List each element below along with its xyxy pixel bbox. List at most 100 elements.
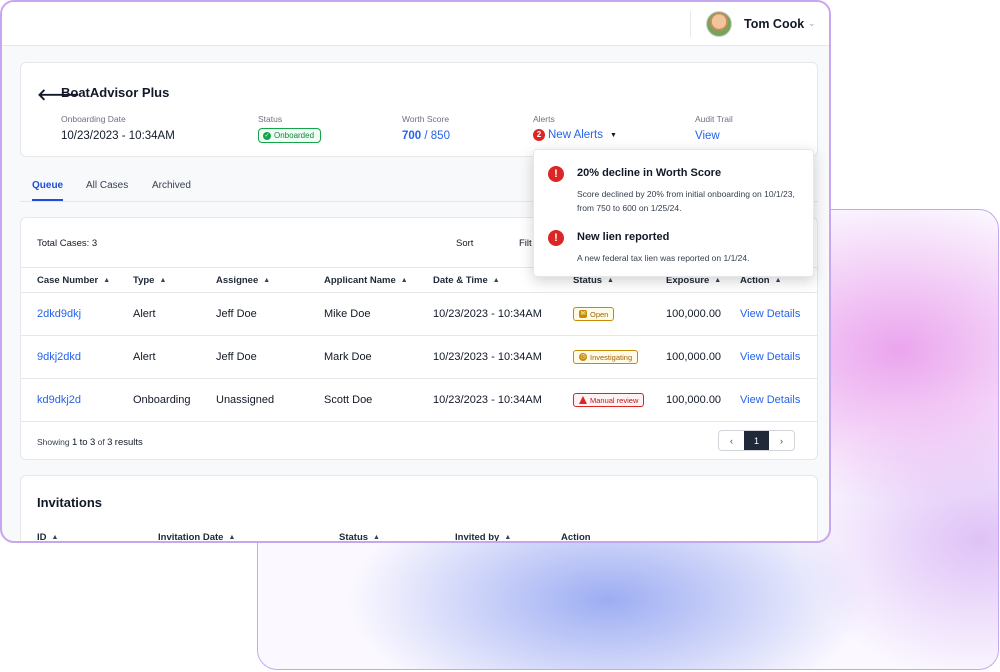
topbar-divider bbox=[690, 11, 691, 37]
inv-col-status-label: Status bbox=[339, 532, 369, 543]
tab-all-cases[interactable]: All Cases bbox=[86, 180, 128, 191]
inv-col-invitation-date[interactable]: Invitation Date ▲ bbox=[158, 532, 235, 543]
status-badge-label: Manual review bbox=[590, 395, 639, 405]
tab-archived[interactable]: Archived bbox=[152, 180, 191, 191]
inv-col-action-label: Action bbox=[561, 532, 591, 543]
case-applicant: Mike Doe bbox=[324, 308, 371, 320]
sort-arrow-icon[interactable]: ▲ bbox=[159, 277, 166, 284]
active-tab-underline bbox=[32, 199, 63, 201]
clock-icon: ◷ bbox=[579, 353, 587, 361]
inv-col-id[interactable]: ID ▲ bbox=[37, 532, 59, 543]
col-case-number-label: Case Number bbox=[37, 275, 99, 286]
case-number-link[interactable]: kd9dkj2d bbox=[37, 394, 81, 406]
inv-col-id-label: ID bbox=[37, 532, 47, 543]
pagination-next-button[interactable]: › bbox=[769, 431, 794, 450]
onboarding-date-value: 10/23/2023 - 10:34AM bbox=[61, 130, 175, 142]
case-number-link[interactable]: 9dkj2dkd bbox=[37, 351, 81, 363]
worth-score-label: Worth Score bbox=[402, 114, 450, 124]
alert-title: New lien reported bbox=[577, 231, 670, 243]
onboarded-badge: ✓ Onboarded bbox=[258, 128, 322, 143]
worth-score-value: 700 / 850 bbox=[402, 130, 450, 142]
sort-arrow-icon[interactable]: ▲ bbox=[103, 277, 110, 284]
sort-arrow-icon[interactable]: ▲ bbox=[504, 534, 511, 541]
view-details-link[interactable]: View Details bbox=[740, 308, 800, 320]
results-to: 3 bbox=[89, 437, 96, 448]
inv-col-invitation-date-label: Invitation Date bbox=[158, 532, 224, 543]
results-prefix: Showing bbox=[37, 437, 70, 447]
sort-button[interactable]: Sort bbox=[456, 238, 473, 249]
inv-col-status[interactable]: Status ▲ bbox=[339, 532, 380, 543]
case-datetime: 10/23/2023 - 10:34AM bbox=[433, 351, 542, 363]
chevron-down-icon[interactable]: ⌄ bbox=[808, 18, 816, 29]
case-datetime: 10/23/2023 - 10:34AM bbox=[433, 308, 542, 320]
col-type[interactable]: Type ▲ bbox=[133, 275, 166, 286]
invitations-card: Invitations ID ▲ Invitation Date ▲ Status ▲… bbox=[20, 475, 818, 543]
table-row[interactable]: 2dkd9dkj Alert Jeff Doe Mike Doe 10/23/2… bbox=[21, 293, 817, 336]
exclamation-circle-icon: ! bbox=[548, 166, 564, 182]
audit-trail-label: Audit Trail bbox=[695, 114, 733, 124]
company-summary-card: 🡐 BoatAdvisor Plus Onboarding Date 10/23… bbox=[20, 62, 818, 157]
audit-trail-view-link[interactable]: View bbox=[695, 130, 720, 142]
case-type: Onboarding bbox=[133, 394, 191, 406]
sort-arrow-icon[interactable]: ▲ bbox=[228, 534, 235, 541]
pagination-prev-button[interactable]: ‹ bbox=[719, 431, 744, 450]
inv-col-invited-by-label: Invited by bbox=[455, 532, 500, 543]
table-row[interactable]: kd9dkj2d Onboarding Unassigned Scott Doe… bbox=[21, 379, 817, 422]
user-avatar[interactable] bbox=[706, 11, 732, 37]
results-total: 3 bbox=[107, 437, 113, 448]
total-cases: Total Cases: 3 bbox=[37, 238, 98, 249]
col-applicant-name-label: Applicant Name bbox=[324, 275, 396, 286]
sort-arrow-icon[interactable]: ▲ bbox=[775, 277, 782, 284]
col-date-time[interactable]: Date & Time ▲ bbox=[433, 275, 500, 286]
sort-arrow-icon[interactable]: ▲ bbox=[263, 277, 270, 284]
alert-description: A new federal tax lien was reported on 1… bbox=[577, 253, 750, 263]
worth-score-max: / 850 bbox=[424, 130, 450, 142]
case-exposure: 100,000.00 bbox=[666, 394, 722, 406]
case-assignee: Unassigned bbox=[216, 394, 275, 406]
col-applicant-name[interactable]: Applicant Name ▲ bbox=[324, 275, 408, 286]
case-type: Alert bbox=[133, 351, 156, 363]
alert-count-badge: 2 bbox=[533, 129, 545, 141]
col-assignee[interactable]: Assignee ▲ bbox=[216, 275, 270, 286]
user-name[interactable]: Tom Cook bbox=[744, 17, 804, 31]
status-badge-label: Investigating bbox=[590, 352, 633, 362]
alert-title: 20% decline in Worth Score bbox=[577, 167, 722, 179]
col-case-number[interactable]: Case Number ▲ bbox=[37, 275, 110, 286]
col-assignee-label: Assignee bbox=[216, 275, 259, 286]
pagination-page-1[interactable]: 1 bbox=[744, 431, 769, 450]
app-window: Tom Cook ⌄ 🡐 BoatAdvisor Plus Onboarding… bbox=[0, 0, 831, 543]
results-of-word: of bbox=[97, 437, 105, 447]
col-type-label: Type bbox=[133, 275, 155, 286]
view-details-link[interactable]: View Details bbox=[740, 351, 800, 363]
sort-arrow-icon[interactable]: ▲ bbox=[373, 534, 380, 541]
onboarding-date-label: Onboarding Date bbox=[61, 114, 126, 124]
view-details-link[interactable]: View Details bbox=[740, 394, 800, 406]
case-applicant: Mark Doe bbox=[324, 351, 372, 363]
new-alerts-link[interactable]: New Alerts bbox=[548, 129, 603, 141]
sort-arrow-icon[interactable]: ▲ bbox=[401, 277, 408, 284]
results-summary: Showing 1 to 3 of 3 results bbox=[37, 437, 143, 448]
case-applicant: Scott Doe bbox=[324, 394, 373, 406]
sort-arrow-icon[interactable]: ▲ bbox=[607, 277, 614, 284]
case-exposure: 100,000.00 bbox=[666, 351, 722, 363]
worth-score-number: 700 bbox=[402, 130, 422, 142]
table-row[interactable]: 9dkj2dkd Alert Jeff Doe Mark Doe 10/23/2… bbox=[21, 336, 817, 379]
envelope-icon: ✉ bbox=[579, 310, 587, 318]
pagination: ‹ 1 › bbox=[718, 430, 795, 451]
sort-arrow-icon[interactable]: ▲ bbox=[493, 277, 500, 284]
results-from: 1 bbox=[71, 437, 78, 448]
filter-button[interactable]: Filt bbox=[519, 238, 532, 249]
exclamation-circle-icon: ! bbox=[548, 230, 564, 246]
status-badge: ◷ Investigating bbox=[573, 350, 639, 364]
sort-arrow-icon[interactable]: ▲ bbox=[52, 534, 59, 541]
alert-description: Score declined by 20% from initial onboa… bbox=[577, 189, 795, 213]
caret-down-icon[interactable]: ▼ bbox=[610, 132, 617, 139]
new-alerts-dropdown[interactable]: 2 New Alerts ▼ bbox=[533, 129, 617, 141]
sort-arrow-icon[interactable]: ▲ bbox=[714, 277, 721, 284]
inv-col-invited-by[interactable]: Invited by ▲ bbox=[455, 532, 511, 543]
case-assignee: Jeff Doe bbox=[216, 308, 257, 320]
check-circle-icon: ✓ bbox=[263, 131, 271, 140]
case-number-link[interactable]: 2dkd9dkj bbox=[37, 308, 81, 320]
alerts-label: Alerts bbox=[533, 114, 555, 124]
tab-queue[interactable]: Queue bbox=[32, 180, 63, 191]
